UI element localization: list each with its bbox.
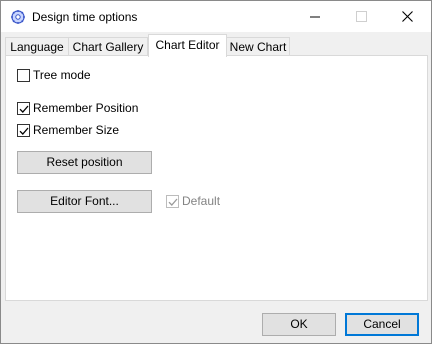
minimize-icon (310, 16, 320, 18)
remember-position-label: Remember Position (33, 101, 139, 115)
minimize-button[interactable] (293, 1, 339, 32)
dialog-window: Design time options Language Chart Galle… (0, 0, 432, 344)
check-icon (19, 105, 29, 113)
window-title: Design time options (32, 10, 138, 24)
title-bar[interactable]: Design time options (1, 1, 431, 32)
check-icon (168, 198, 178, 206)
chart-editor-panel: Tree mode Remember Position Remember Siz… (5, 55, 428, 301)
reset-position-button[interactable]: Reset position (17, 151, 152, 174)
close-icon (402, 11, 413, 22)
maximize-icon (356, 11, 367, 22)
tab-language[interactable]: Language (5, 37, 69, 56)
tab-chart-editor[interactable]: Chart Editor (148, 34, 227, 57)
editor-font-button[interactable]: Editor Font... (17, 190, 152, 213)
ok-button[interactable]: OK (262, 313, 336, 336)
remember-size-checkbox[interactable] (17, 124, 30, 137)
maximize-button[interactable] (339, 1, 385, 32)
remember-position-checkbox[interactable] (17, 102, 30, 115)
tab-new-chart[interactable]: New Chart (226, 37, 290, 56)
tree-mode-checkbox[interactable] (17, 69, 30, 82)
tab-strip: Language Chart Gallery Chart Editor New … (5, 34, 429, 57)
default-font-label: Default (182, 194, 221, 208)
close-button[interactable] (385, 1, 431, 32)
tab-chart-gallery[interactable]: Chart Gallery (68, 37, 148, 56)
gear-icon (10, 9, 26, 25)
cancel-button[interactable]: Cancel (345, 313, 419, 336)
check-icon (19, 127, 29, 135)
default-font-checkbox[interactable] (166, 195, 179, 208)
tree-mode-label: Tree mode (33, 68, 91, 82)
remember-size-label: Remember Size (33, 123, 120, 137)
